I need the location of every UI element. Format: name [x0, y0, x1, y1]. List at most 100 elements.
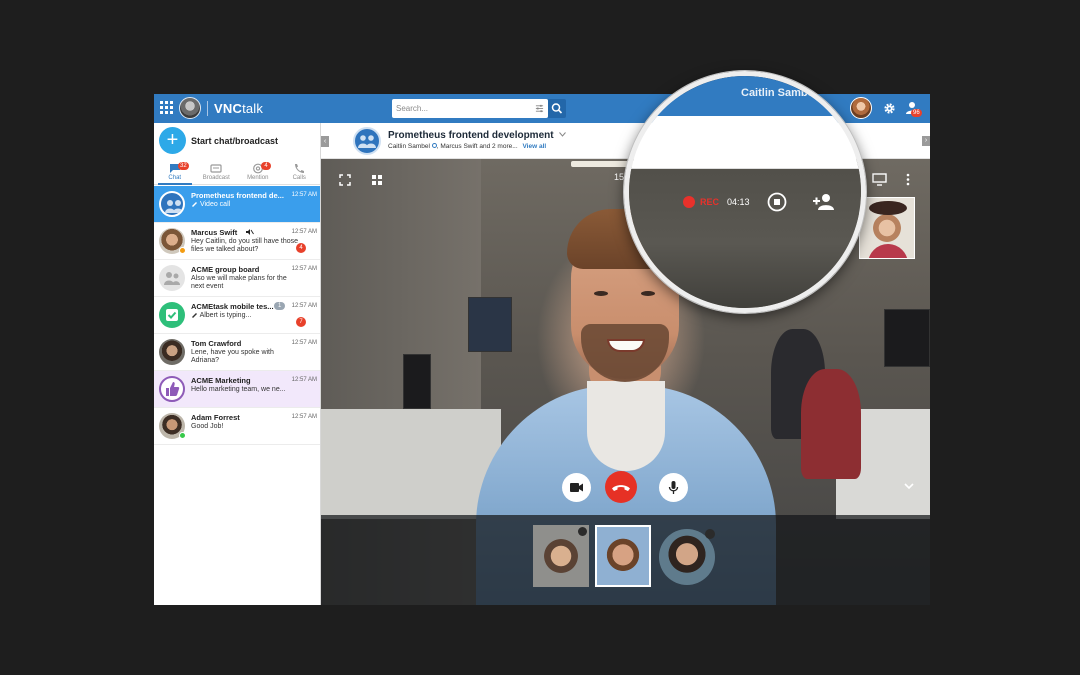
chat-preview: Lene, have you spoke with Adriana?: [191, 349, 274, 364]
collapse-sidebar-icon[interactable]: ‹: [321, 137, 329, 147]
task-avatar: [159, 302, 185, 328]
brand-divider: [207, 101, 208, 116]
chat-time: 12:57 AM: [291, 414, 317, 420]
chat-item-prometheus[interactable]: Prometheus frontend de... Video call 12:…: [154, 186, 320, 223]
tab-label: Calls: [292, 175, 306, 181]
mention-tab-badge: 4: [261, 162, 271, 170]
search-input[interactable]: [396, 101, 526, 116]
phone-icon: [295, 164, 305, 173]
mute-icon: [246, 229, 254, 235]
group-avatar: [159, 265, 185, 291]
chat-time: 12:57 AM: [291, 340, 317, 346]
chat-preview: Video call: [191, 201, 301, 209]
add-participant-icon[interactable]: [811, 191, 837, 213]
tab-label: Chat: [168, 175, 182, 181]
chat-time: 12:57 AM: [291, 266, 317, 272]
chat-name: ACMEtask mobile tes...: [191, 302, 274, 311]
chevron-down-icon[interactable]: [903, 481, 915, 491]
expand-panel-icon[interactable]: ›: [922, 136, 930, 146]
pencil-icon: [192, 313, 197, 318]
office-monitor: [403, 354, 431, 409]
caller-eye: [594, 291, 608, 296]
search-icon: [551, 103, 563, 114]
stop-recording-icon[interactable]: [766, 191, 788, 213]
recording-label: REC: [700, 197, 720, 207]
fullscreen-icon[interactable]: [339, 174, 351, 186]
office-monitor: [884, 309, 930, 367]
chat-item-marcus-swift[interactable]: Marcus Swift Hey Caitlin, do you still h…: [154, 223, 320, 260]
contacts-button[interactable]: 96: [905, 100, 922, 117]
filter-icon[interactable]: [535, 104, 544, 113]
more-options-icon[interactable]: [905, 173, 911, 186]
view-all-link[interactable]: View all: [522, 143, 546, 150]
chat-item-adam-forrest[interactable]: Adam Forrest Good Job! 12:57 AM: [154, 408, 320, 445]
tab-label: Mention: [247, 175, 269, 181]
tab-broadcast[interactable]: Broadcast: [196, 160, 238, 184]
chat-preview: Hey Caitlin, do you still have those fil…: [191, 238, 298, 253]
contacts-badge: 96: [911, 109, 922, 117]
tab-calls[interactable]: Calls: [279, 160, 321, 184]
search-button[interactable]: [548, 99, 566, 118]
screen-share-icon[interactable]: [872, 173, 887, 186]
microphone-icon: [668, 481, 679, 494]
dress-shape: [868, 244, 908, 258]
chat-preview: Also we will make plans for the next eve…: [191, 275, 287, 290]
chat-item-acmetask-mobile[interactable]: ACMEtask mobile tes... 1 Albert is typin…: [154, 297, 320, 334]
sidebar: + Start chat/broadcast 32 Chat Broadcast…: [154, 123, 321, 605]
camera-toggle-button[interactable]: [562, 473, 591, 502]
mic-muted-icon: [578, 527, 587, 536]
tab-chat[interactable]: 32 Chat: [154, 160, 196, 185]
zoom-magnifier: Caitlin Sambel REC 04:13: [624, 71, 866, 313]
chat-name: ACME group board: [191, 265, 260, 274]
self-view-video[interactable]: [859, 197, 915, 259]
tab-mention[interactable]: 4 Mention: [237, 160, 279, 184]
status-dot: [179, 247, 186, 254]
broadcast-icon: [210, 164, 222, 173]
grid-layout-icon[interactable]: [371, 174, 383, 186]
chat-item-acme-group-board[interactable]: ACME group board Also we will make plans…: [154, 260, 320, 297]
zoomed-user-name: Caitlin Sambel: [741, 87, 817, 99]
group-avatar: [159, 376, 185, 402]
hang-up-icon: [612, 485, 630, 491]
conversation-avatar[interactable]: [353, 127, 381, 155]
chat-name: Prometheus frontend de...: [191, 191, 284, 200]
unread-badge: 7: [296, 317, 306, 327]
apps-grid-icon[interactable]: [160, 101, 173, 114]
group-icon: [164, 272, 180, 285]
chat-time: 12:57 AM: [291, 303, 317, 309]
call-timer: 15: [614, 172, 625, 182]
tab-label: Broadcast: [202, 175, 230, 181]
conversation-title[interactable]: Prometheus frontend development: [388, 130, 567, 141]
chat-item-tom-crawford[interactable]: Tom Crawford Lene, have you spoke with A…: [154, 334, 320, 371]
chat-item-acme-marketing[interactable]: ACME Marketing Hello marketing team, we …: [154, 371, 320, 408]
chat-preview: Good Job!: [191, 423, 224, 430]
search-field[interactable]: [392, 99, 548, 118]
office-desk: [321, 409, 501, 519]
thumbs-up-icon: [166, 382, 180, 396]
app-logo: VNCtalk: [214, 101, 264, 116]
gear-icon[interactable]: [883, 102, 896, 115]
group-icon: [358, 135, 376, 148]
chat-time: 12:57 AM: [291, 229, 317, 235]
zoomed-header: [629, 116, 861, 169]
chat-tab-badge: 32: [178, 162, 189, 170]
start-chat-button[interactable]: + Start chat/broadcast: [159, 127, 319, 155]
chat-name: ACME Marketing: [191, 376, 251, 385]
microphone-toggle-button[interactable]: [659, 473, 688, 502]
video-camera-icon: [570, 483, 583, 492]
end-call-button[interactable]: [605, 471, 637, 503]
checkbox-icon: [166, 309, 178, 321]
participant-thumbnail[interactable]: [533, 525, 589, 587]
recording-dot-icon: [683, 196, 695, 208]
chat-time: 12:57 AM: [291, 377, 317, 383]
account-avatar[interactable]: [179, 97, 201, 119]
hat-shape: [869, 201, 907, 215]
chevron-down-icon[interactable]: [559, 132, 567, 137]
participants-strip: [321, 515, 930, 605]
chat-name: Marcus Swift: [191, 228, 238, 237]
participants-pill: 1: [274, 302, 286, 310]
chat-list: Prometheus frontend de... Video call 12:…: [154, 186, 320, 445]
caller-tshirt: [587, 381, 665, 471]
participant-thumbnail-active[interactable]: [595, 525, 651, 587]
plus-icon: +: [159, 127, 186, 154]
